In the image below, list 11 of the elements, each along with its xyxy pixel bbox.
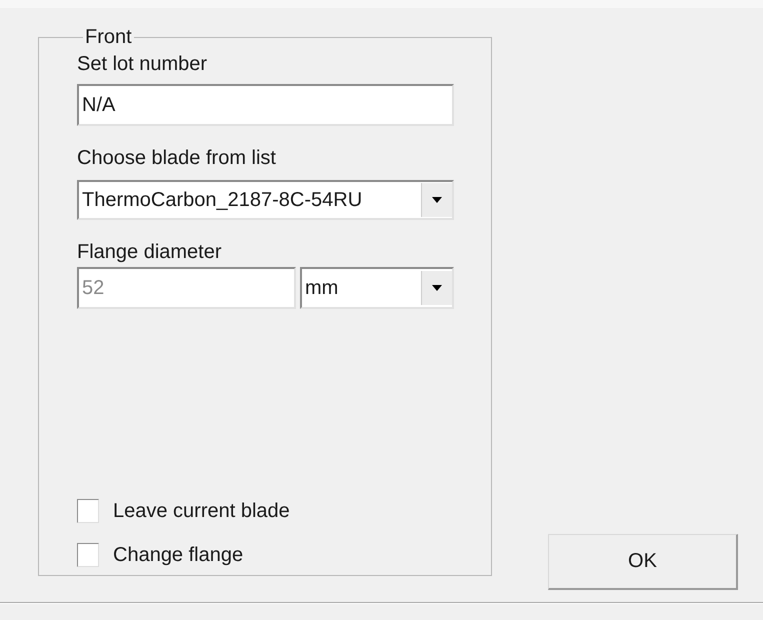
checkbox[interactable] [77, 543, 99, 567]
group-title: Front [84, 26, 133, 48]
field-label: Choose blade from list [77, 146, 276, 170]
ok-button[interactable]: OK [548, 534, 738, 590]
field-label: Set lot number [77, 52, 208, 76]
lot-number-field[interactable]: N/A [77, 84, 454, 126]
field-label: Flange diameter [77, 240, 222, 264]
blade-dropdown[interactable]: ThermoCarbon_2187-8C-54RU [77, 180, 454, 220]
checkbox[interactable] [77, 499, 99, 523]
checkbox-label[interactable]: Leave current blade [113, 500, 290, 522]
checkbox-label[interactable]: Change flange [113, 544, 244, 566]
